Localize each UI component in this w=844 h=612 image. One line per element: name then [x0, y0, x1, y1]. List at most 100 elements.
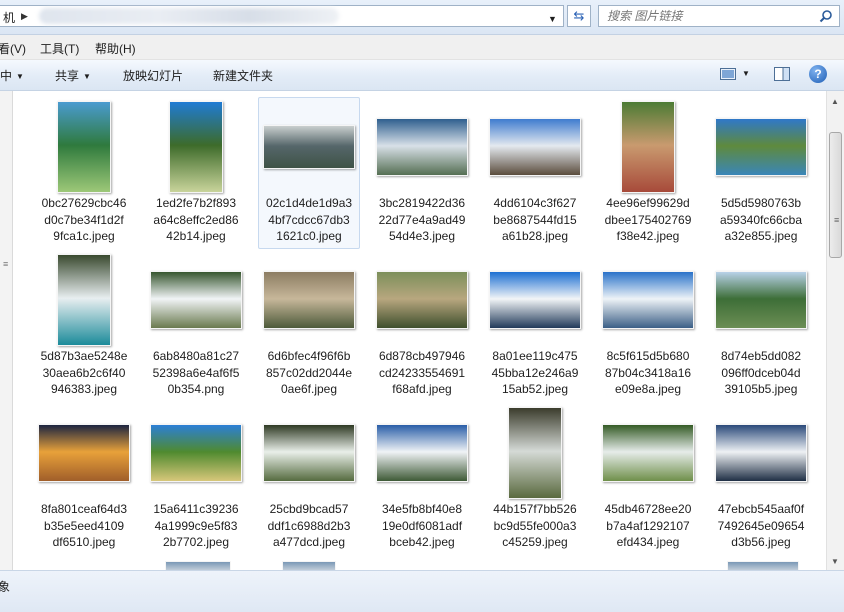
share-button[interactable]: 共享 ▼ [55, 67, 91, 84]
file-item[interactable]: 15a6411c39236 4a1999c9e5f83 2b7702.jpeg [145, 403, 247, 555]
thumbnail-frame [485, 254, 585, 346]
navigation-pane-edge[interactable]: ≡ [0, 91, 13, 570]
new-folder-button[interactable]: 新建文件夹 [213, 67, 273, 84]
scroll-down-icon[interactable]: ▼ [831, 557, 839, 566]
file-name: 8c5f615d5b680 87b04c3418a16 e09e8a.jpeg [600, 348, 696, 398]
view-dropdown-icon[interactable]: ▼ [742, 69, 750, 78]
file-item[interactable]: 1ed2fe7b2f893 a64c8effc2ed86 42b14.jpeg [145, 97, 247, 249]
thumbnail-frame [146, 254, 246, 346]
image-thumbnail [602, 271, 694, 329]
file-name: 3bc2819422d36 22d77e4a9ad49 54d4e3.jpeg [374, 195, 470, 245]
file-name-line: 02c1d4de1d9a3 [265, 196, 353, 210]
file-item[interactable]: 8c5f615d5b680 87b04c3418a16 e09e8a.jpeg [597, 250, 699, 402]
file-item[interactable]: 4dd6104c3f627 be8687544fd15 a61b28.jpeg [484, 97, 586, 249]
command-toolbar: 中 ▼ 共享 ▼ 放映幻灯片 新建文件夹 ▼ ? [0, 60, 844, 91]
thumbnail-frame [372, 407, 472, 499]
thumbnail-frame [34, 407, 134, 499]
file-item[interactable]: 34e5fb8bf40e8 19e0df6081adf bceb42.jpeg [371, 403, 473, 555]
file-view[interactable]: ≡ 0bc27629cbc46 d0c7be34f1d2f 9fca1c.jpeg 1… [0, 91, 844, 570]
file-name-line: cd24233554691 [378, 365, 466, 380]
thumbnail-frame [711, 254, 811, 346]
menu-view[interactable]: 看(V) [0, 40, 26, 57]
file-name-line: 25cbd9bcad57 [269, 502, 349, 516]
image-thumbnail [376, 424, 468, 482]
address-text: 机 [3, 11, 16, 25]
address-field[interactable]: 机 ▶ ▼ [0, 5, 564, 27]
file-name: 44b157f7bb526 bc9d55fe000a3 c45259.jpeg [487, 501, 583, 551]
search-icon[interactable] [819, 9, 833, 23]
file-name-line: 1621c0.jpeg [276, 229, 342, 243]
scroll-thumb[interactable]: ≡ [829, 132, 842, 258]
file-name: 6ab8480a81c27 52398a6e4af6f5 0b354.png [148, 348, 244, 398]
breadcrumb-arrow-icon[interactable]: ▶ [21, 11, 28, 22]
file-item[interactable]: 02c1d4de1d9a3 4bf7cdcc67db3 1621c0.jpeg [258, 97, 360, 249]
file-item[interactable]: 45db46728ee20 b7a4af1292107 efd434.jpeg [597, 403, 699, 555]
file-item[interactable]: 6d878cb497946 cd24233554691 f68afd.jpeg [371, 250, 473, 402]
file-item[interactable]: 8fa801ceaf64d3 b35e5eed4109 df6510.jpeg [33, 403, 135, 555]
organize-button[interactable]: 中 ▼ [0, 67, 24, 84]
file-item[interactable]: 4ee96ef99629d dbee175402769 f38e42.jpeg [597, 97, 699, 249]
file-item[interactable]: 25cbd9bcad57 ddf1c6988d2b3 a477dcd.jpeg [258, 403, 360, 555]
address-dropdown-icon[interactable]: ▼ [548, 14, 557, 24]
file-name-line: 1ed2fe7b2f893 [155, 196, 237, 210]
file-name-line: 4a1999c9e5f83 [154, 518, 238, 533]
file-name: 25cbd9bcad57 ddf1c6988d2b3 a477dcd.jpeg [261, 501, 357, 551]
file-item[interactable]: 8a01ee119c475 45bba12e246a9 15ab52.jpeg [484, 250, 586, 402]
image-thumbnail [169, 101, 223, 193]
menu-tools[interactable]: 工具(T) [40, 40, 79, 57]
file-name-line: df6510.jpeg [52, 535, 116, 549]
file-name-line: d0c7be34f1d2f [44, 212, 124, 227]
file-name-line: 54d4e3.jpeg [388, 229, 456, 243]
file-item[interactable]: 0bc27629cbc46 d0c7be34f1d2f 9fca1c.jpeg [33, 97, 135, 249]
file-name-line: 19e0df6081adf [381, 518, 463, 533]
thumbnail-frame [711, 407, 811, 499]
file-name: 8d74eb5dd082 096ff0dceb04d 39105b5.jpeg [713, 348, 809, 398]
file-name: 5d5d5980763b a59340fc66cba a32e855.jpeg [713, 195, 809, 245]
image-thumbnail [263, 271, 355, 329]
slideshow-button[interactable]: 放映幻灯片 [123, 67, 183, 84]
file-item[interactable]: 5d87b3ae5248e 30aea6b2c6f40 946383.jpeg [33, 250, 135, 402]
file-name: 6d6bfec4f96f6b 857c02dd2044e 0ae6f.jpeg [261, 348, 357, 398]
thumbnail-frame [485, 407, 585, 499]
thumbnail-frame [598, 254, 698, 346]
help-icon[interactable]: ? [809, 65, 827, 83]
file-item[interactable]: 8d74eb5dd082 096ff0dceb04d 39105b5.jpeg [710, 250, 812, 402]
file-name-line: 6d6bfec4f96f6b [267, 349, 351, 363]
scroll-up-icon[interactable]: ▲ [831, 97, 839, 106]
menu-help[interactable]: 帮助(H) [95, 40, 136, 57]
preview-pane-icon[interactable] [774, 67, 790, 81]
thumbnail-frame [711, 101, 811, 193]
thumbnail-frame [259, 101, 359, 193]
file-name: 8fa801ceaf64d3 b35e5eed4109 df6510.jpeg [36, 501, 132, 551]
file-name-line: a61b28.jpeg [501, 229, 569, 243]
thumbnail-frame [598, 101, 698, 193]
file-name-line: ddf1c6988d2b3 [267, 518, 351, 533]
file-name-line: 096ff0dceb04d [721, 365, 801, 380]
file-name-line: a32e855.jpeg [724, 229, 798, 243]
status-text: 象 [0, 580, 11, 594]
file-name-line: 9fca1c.jpeg [53, 229, 115, 243]
file-name-line: a59340fc66cba [719, 212, 803, 227]
file-item[interactable]: 3bc2819422d36 22d77e4a9ad49 54d4e3.jpeg [371, 97, 473, 249]
file-name-line: 15ab52.jpeg [501, 382, 569, 396]
file-name-line: a477dcd.jpeg [272, 535, 346, 549]
file-item[interactable]: 6d6bfec4f96f6b 857c02dd2044e 0ae6f.jpeg [258, 250, 360, 402]
search-input[interactable] [607, 8, 807, 24]
vertical-scrollbar[interactable]: ▲ ≡ ▼ [826, 91, 844, 570]
view-options-icon[interactable] [720, 68, 736, 80]
image-thumbnail [263, 125, 355, 169]
file-name-line: 5d5d5980763b [720, 196, 802, 210]
file-item[interactable]: 44b157f7bb526 bc9d55fe000a3 c45259.jpeg [484, 403, 586, 555]
splitter-grip-icon[interactable]: ≡ [3, 259, 8, 269]
image-thumbnail [57, 254, 111, 346]
file-name-line: 0b354.png [167, 382, 225, 396]
address-bar: 机 ▶ ▼ ⇆ [0, 0, 844, 35]
file-name: 45db46728ee20 b7a4af1292107 efd434.jpeg [600, 501, 696, 551]
image-thumbnail [715, 118, 807, 176]
search-box[interactable] [598, 5, 840, 27]
file-item[interactable]: 6ab8480a81c27 52398a6e4af6f5 0b354.png [145, 250, 247, 402]
refresh-button[interactable]: ⇆ [567, 5, 591, 27]
file-item[interactable]: 5d5d5980763b a59340fc66cba a32e855.jpeg [710, 97, 812, 249]
file-item[interactable]: 47ebcb545aaf0f 7492645e09654 d3b56.jpeg [710, 403, 812, 555]
thumbnail-frame [146, 101, 246, 193]
